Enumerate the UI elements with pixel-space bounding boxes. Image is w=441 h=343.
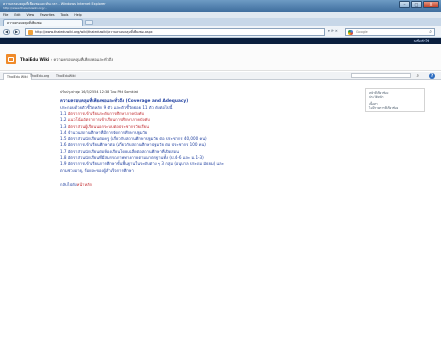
tab-thaiedu-wiki[interactable]: ThaiEdu Wiki xyxy=(3,73,32,80)
maximize-button[interactable]: □ xyxy=(411,1,422,8)
no-related-text: ไม่มีรายการที่เกี่ยวข้อง xyxy=(369,106,399,110)
window-titlebar: ความครอบคลุมที่เพียงพอและทันเวลา - Windo… xyxy=(0,0,441,12)
address-text: http://www.thaieduwiki.org/wiki/thaieduw… xyxy=(35,30,153,34)
favicon-icon xyxy=(28,30,33,35)
address-bar[interactable]: http://www.thaieduwiki.org/wiki/thaieduw… xyxy=(25,28,325,36)
indicator-text[interactable]: อัตราการเข้าเรียนศึกษาต่อ (เกี่ยวกับสถาน… xyxy=(68,142,206,147)
browser-tab[interactable]: ความครอบคลุมที่เพียงพอ xyxy=(3,19,83,26)
forward-button[interactable]: ▶ xyxy=(13,29,20,35)
minimize-button[interactable]: – xyxy=(399,1,410,8)
window-controls: – □ X xyxy=(399,1,439,8)
indicator-link[interactable]: อัตราส่วนผู้เรียนนอกระบบต่อประชากรวัยเรี… xyxy=(68,124,149,129)
breadcrumb-page: ความครอบคลุมที่เพียงพอและทั่วถึง xyxy=(53,57,114,62)
search-box[interactable]: Google ⌕ xyxy=(345,28,435,36)
indicator-link[interactable]: แนวโน้มอัตราการเข้าเรียนการศึกษาภาคบังคั… xyxy=(68,117,150,122)
indicator-text[interactable]: อัตราส่วนนักเรียนต่อห้องเรียนโดยเฉลี่ยต่… xyxy=(68,149,179,154)
breadcrumb: ThaiEdu Wiki › ความครอบคลุมที่เพียงพอและ… xyxy=(20,56,113,63)
list-item-continuation: ตามช่วงอายุ, ร้อยละของผู้สำเร็จการศึกษา xyxy=(60,167,134,173)
indicator-text[interactable]: อัตราส่วนนักเรียนต่อครู (เกี่ยวกับสถานศึ… xyxy=(68,136,207,141)
page-content: ปรับปรุงล่าสุด 16/3/2554 12:38 โดย Pitt … xyxy=(60,90,390,188)
help-icon[interactable]: ? xyxy=(429,73,435,79)
back-prefix: กลับไปยัง xyxy=(60,181,77,187)
back-to-home: กลับไปยังหน้าหลัก xyxy=(60,181,390,188)
last-modified: ปรับปรุงล่าสุด 16/3/2554 12:38 โดย Pitt … xyxy=(60,90,138,94)
tab-thaieduwiki[interactable]: ThaiEduWiki xyxy=(56,74,76,78)
indicator-text[interactable]: จำนวนสถานศึกษาที่มีการจัดการศึกษาปฐมวัย xyxy=(68,130,147,135)
tab-strip: ความครอบคลุมที่เพียงพอ xyxy=(0,18,441,26)
indicator-text[interactable]: อัตราส่วนนักเรียนที่มีสมรรถภาพทางกายตามม… xyxy=(68,155,204,160)
wiki-header: ThaiEdu Wiki › ความครอบคลุมที่เพียงพอและ… xyxy=(0,44,441,71)
window-url-line: http://www.thaieduwiki.org/... xyxy=(3,6,48,10)
breadcrumb-site[interactable]: ThaiEdu Wiki xyxy=(20,57,49,62)
new-tab-button[interactable] xyxy=(85,20,93,25)
search-placeholder: Google xyxy=(356,30,368,34)
close-button[interactable]: X xyxy=(423,1,439,8)
wiki-tab-bar: ThaiEdu Wiki ThaiEdu.org ThaiEduWiki ⌕ ? xyxy=(0,72,441,80)
wiki-search-icon[interactable]: ⌕ xyxy=(416,73,419,79)
wiki-search-input[interactable] xyxy=(351,73,411,78)
related-pages-box: หน้าที่เกี่ยวข้อง ประวัติหน้า เนื้อหา ไม… xyxy=(365,88,425,112)
navigation-bar: ◀ ▶ http://www.thaieduwiki.org/wiki/thai… xyxy=(0,26,441,38)
search-icon[interactable]: ⌕ xyxy=(429,29,432,35)
home-link[interactable]: หน้าหลัก xyxy=(77,182,92,187)
indicator-list: 1.1 อัตราการเข้าเรียนระดับการศึกษาภาคบัง… xyxy=(60,111,390,174)
indicator-link[interactable]: อัตราการเข้าเรียนระดับการศึกษาภาคบังคับ xyxy=(68,111,144,116)
google-logo-icon xyxy=(348,30,353,35)
refresh-stop-controls[interactable]: ▾ ⟳ ✕ xyxy=(328,29,338,33)
indicator-text[interactable]: อัตราการเข้าเรียนการศึกษาขั้นพื้นฐานในระ… xyxy=(68,161,224,166)
back-button[interactable]: ◀ xyxy=(3,29,10,35)
tab-thaiedu-org[interactable]: ThaiEdu.org xyxy=(30,74,49,78)
wiki-logo-icon xyxy=(6,54,16,64)
